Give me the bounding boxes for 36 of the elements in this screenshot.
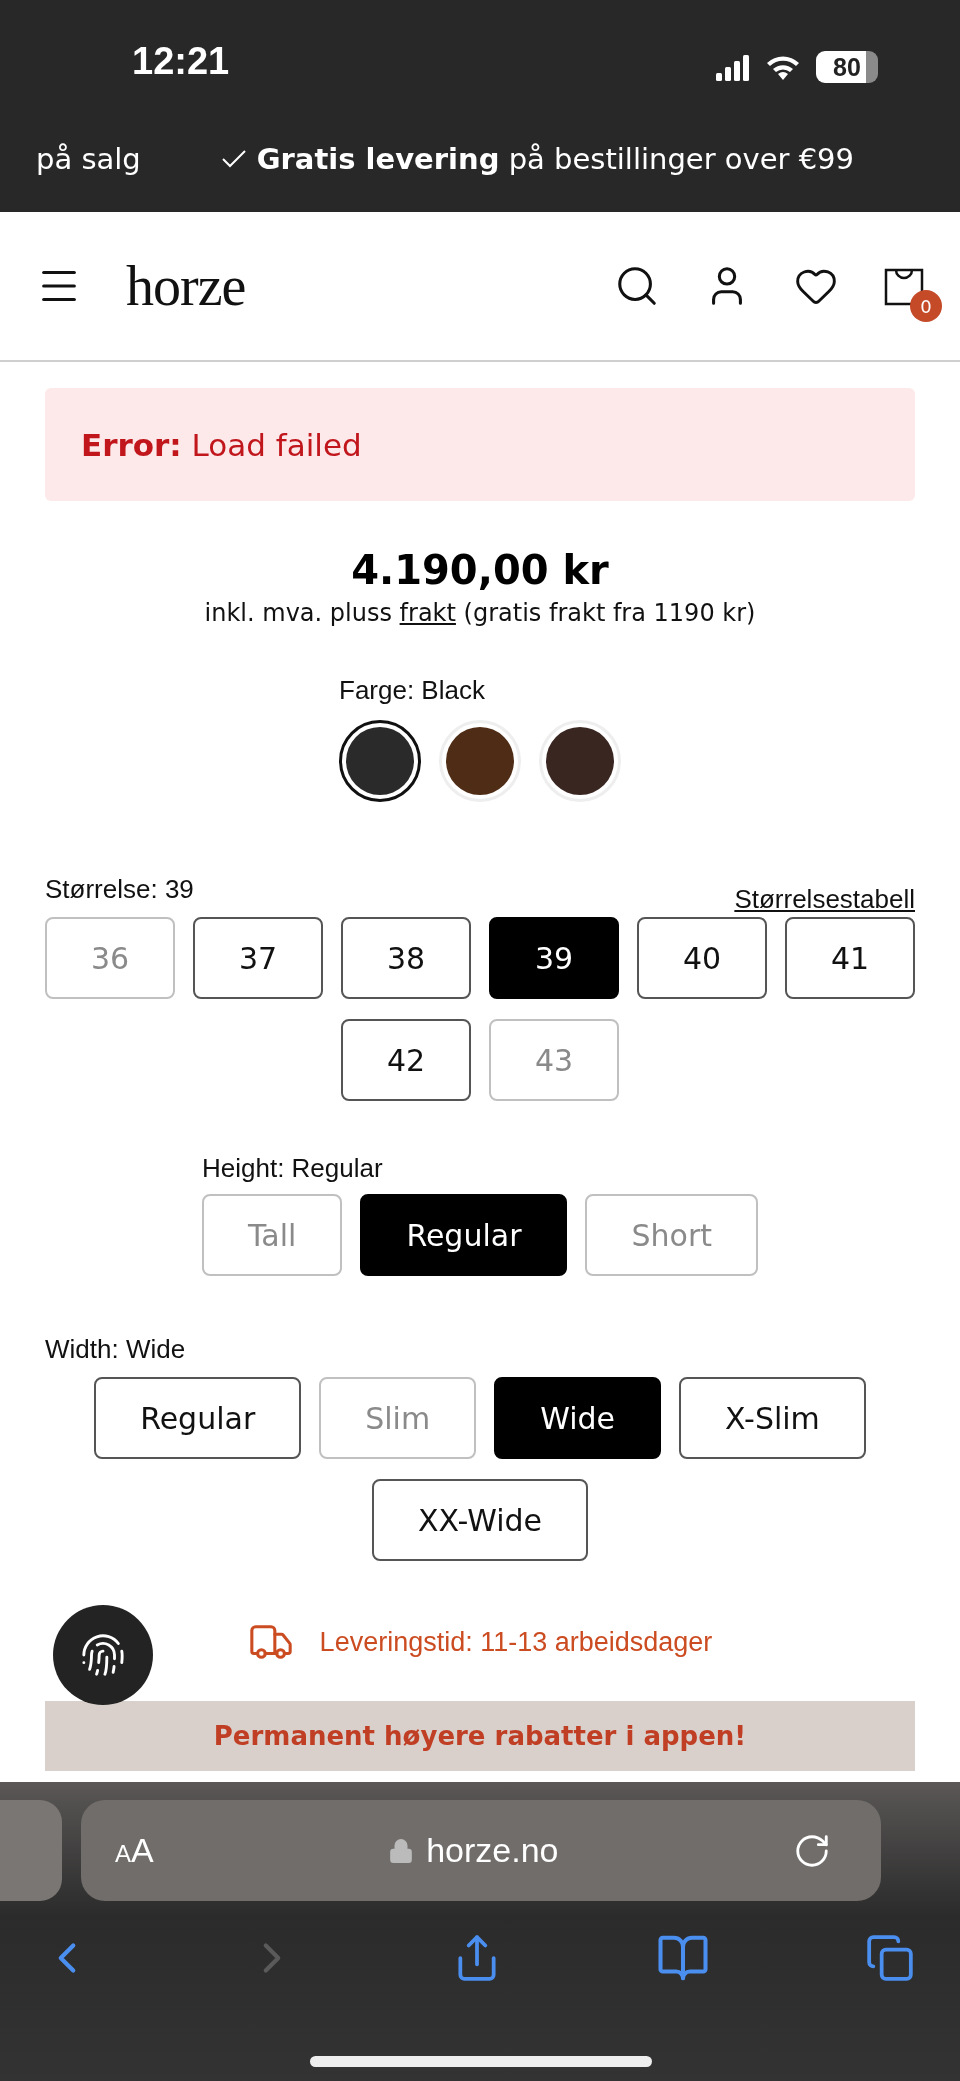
delivery-time: Leveringstid: 11-13 arbeidsdager <box>319 1626 713 1658</box>
height-label: Height: Regular <box>202 1153 384 1184</box>
option-button[interactable]: XX-Wide <box>371 1479 589 1561</box>
option-button[interactable]: Regular <box>94 1377 302 1459</box>
price: 4.190,00 kr <box>351 547 609 593</box>
option-button[interactable]: 41 <box>785 917 915 999</box>
shipping-link[interactable]: frakt <box>399 599 456 627</box>
width-label: Width: Wide <box>45 1334 187 1365</box>
lock-icon <box>388 1837 415 1864</box>
price-note: inkl. mva. pluss frakt (gratis frakt fra 1190 kr) <box>204 599 756 627</box>
tabs-icon[interactable] <box>865 1933 915 1983</box>
fingerprint-icon <box>80 1632 126 1678</box>
size-label: Størrelse: 39 <box>45 874 194 905</box>
promo-text: Gratis levering på bestillinger over €99 <box>256 141 854 176</box>
option-button[interactable]: 42 <box>341 1019 471 1101</box>
option-button[interactable]: Wide <box>494 1377 661 1459</box>
cart-count-badge: 0 <box>910 290 942 322</box>
option-button[interactable]: X-Slim <box>679 1377 866 1459</box>
option-button[interactable]: 38 <box>341 917 471 999</box>
address-bar[interactable]: AA horze.no <box>81 1800 881 1901</box>
check-icon <box>220 148 247 169</box>
option-button[interactable]: 40 <box>637 917 767 999</box>
battery-icon: 80 <box>816 51 878 83</box>
option-button[interactable]: 37 <box>193 917 323 999</box>
option-button[interactable]: Regular <box>360 1194 568 1276</box>
clock: 12:21 <box>132 40 230 83</box>
logo[interactable]: horze <box>126 254 246 318</box>
error-message: Error: Load failed <box>45 388 915 501</box>
promo-text: på salg <box>36 141 141 176</box>
url-text: horze.no <box>426 1831 559 1870</box>
signal-icon <box>716 53 750 81</box>
text-size-button[interactable]: AA <box>115 1831 154 1870</box>
size-chart-link[interactable]: Størrelsestabell <box>734 884 915 915</box>
color-label: Farge: Black <box>339 675 486 706</box>
app-banner[interactable]: Permanent høyere rabatter i appen! <box>45 1701 915 1771</box>
option-button[interactable]: 39 <box>489 917 619 999</box>
